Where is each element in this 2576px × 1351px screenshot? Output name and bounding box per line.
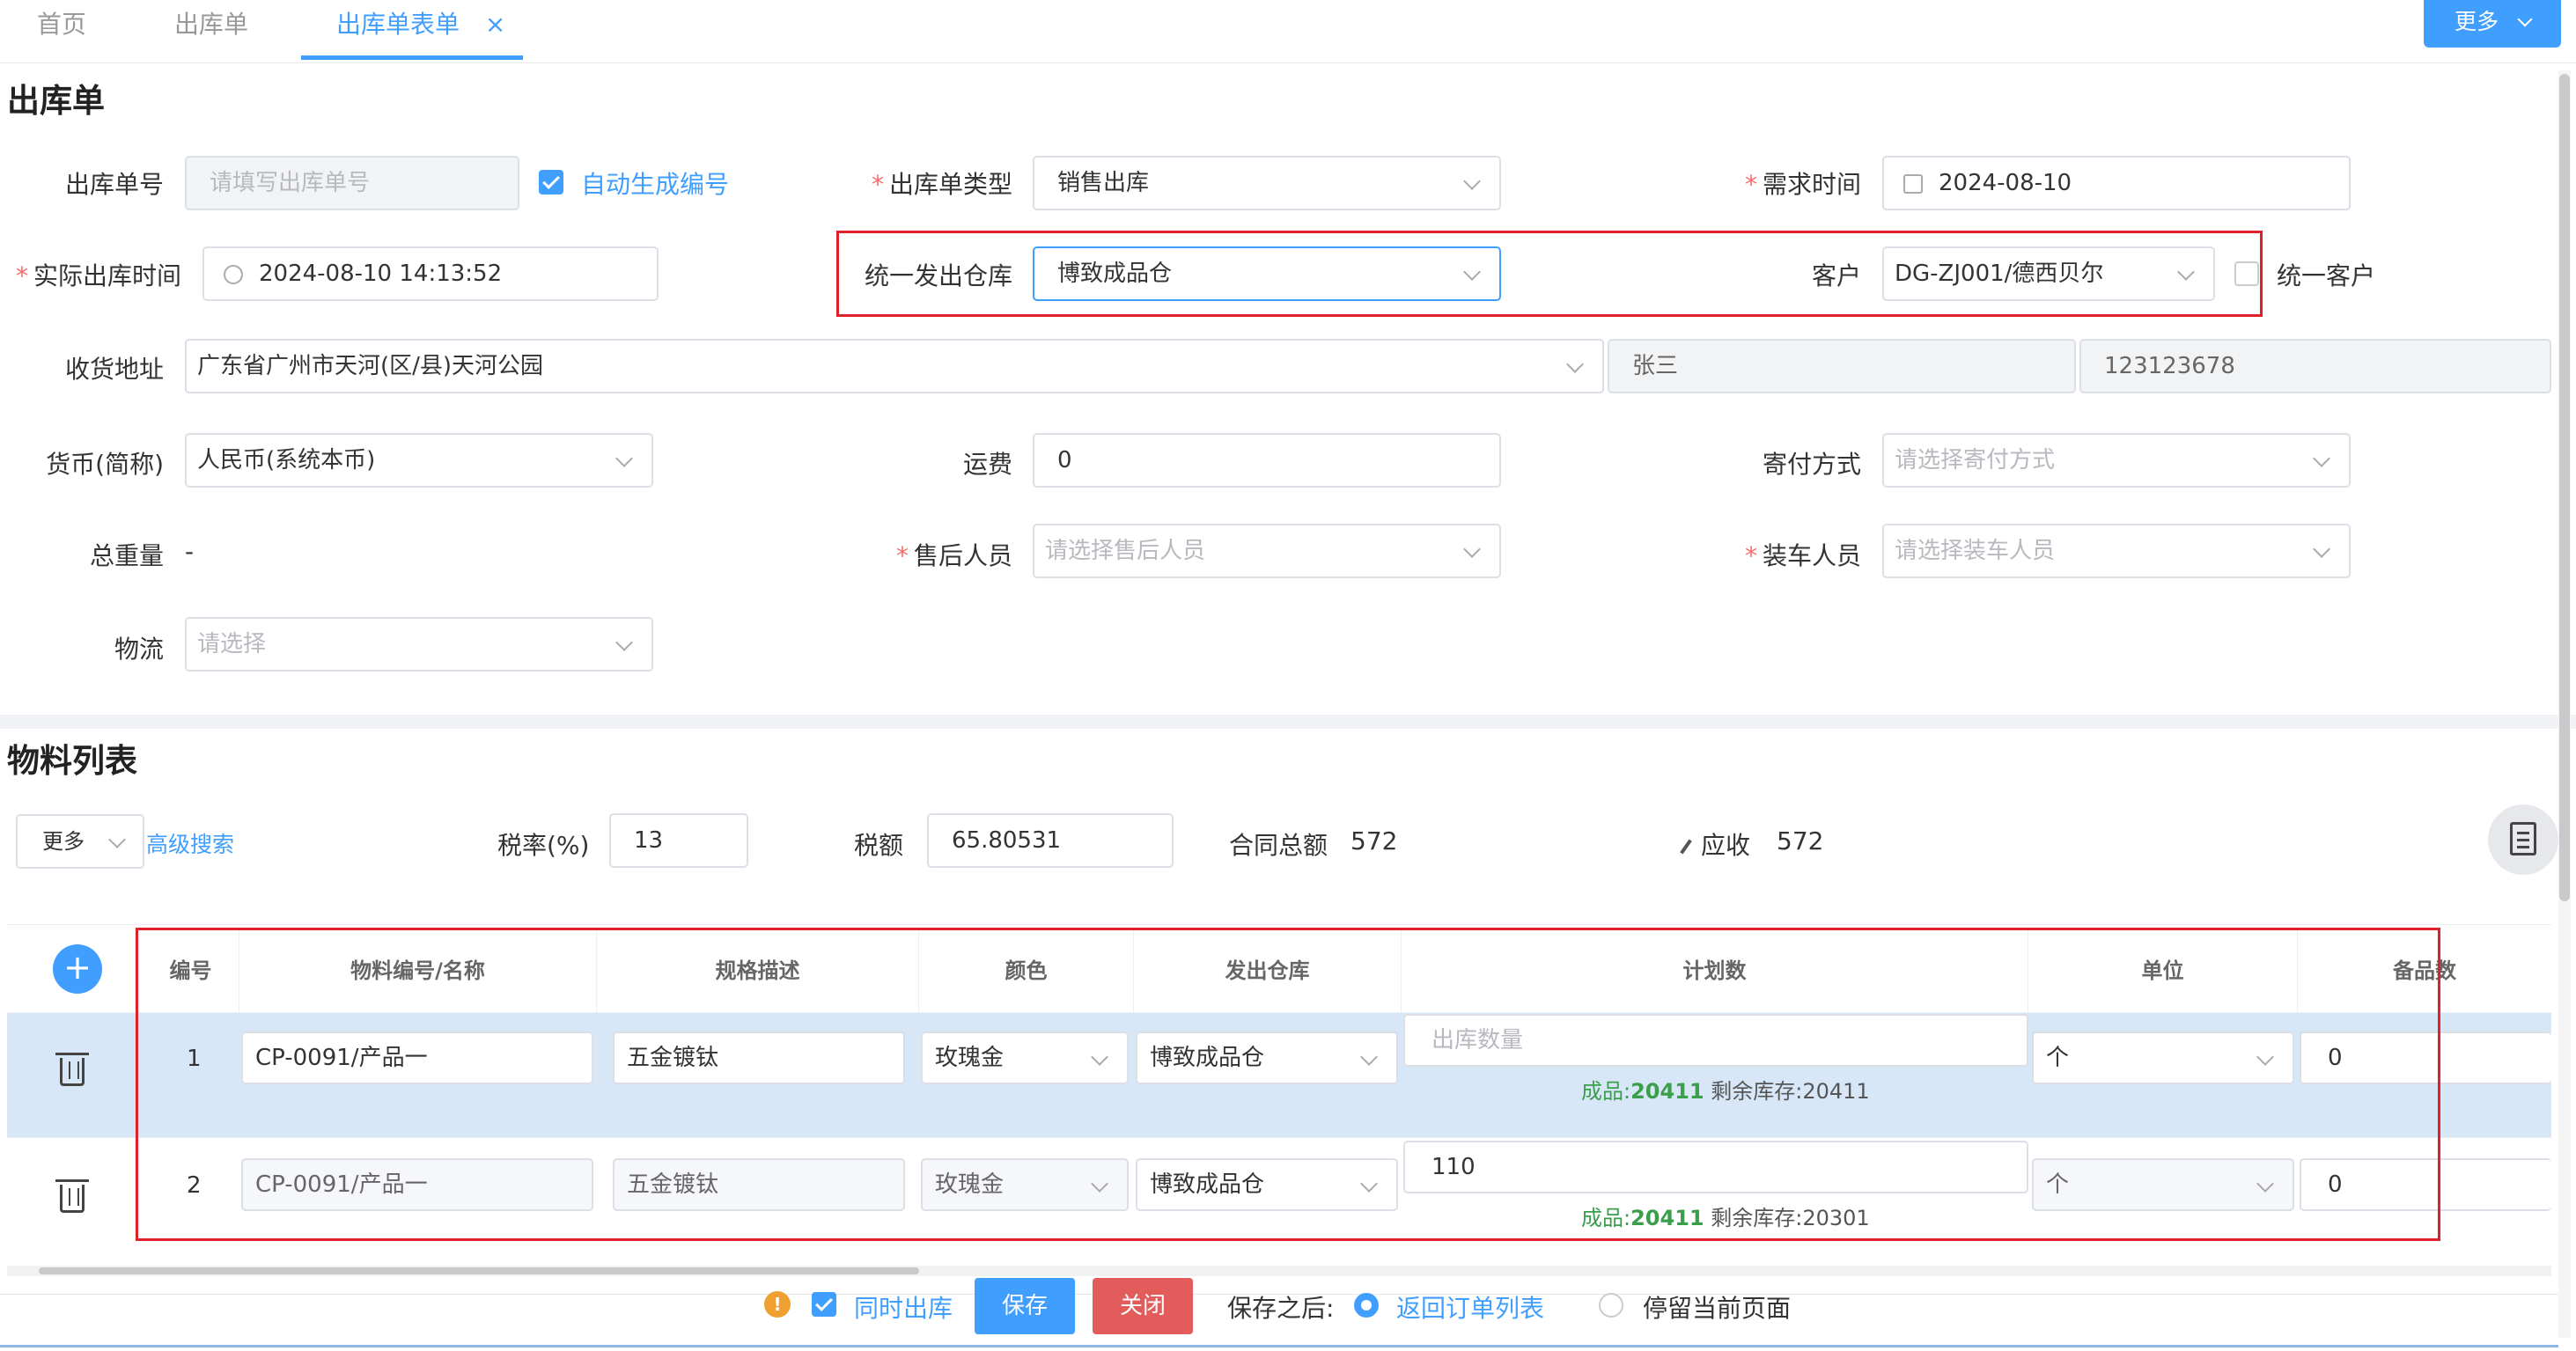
contact-value: 张三 <box>1632 353 1679 379</box>
shipping-label: 寄付方式 <box>1762 450 1861 479</box>
chevron-down-icon <box>2517 11 2533 27</box>
section-divider <box>0 715 2576 729</box>
currency-select[interactable]: 人民币(系统本币) <box>185 433 653 488</box>
tab-outbound-form[interactable]: 出库单表单 × <box>301 0 523 60</box>
phone-input: 123123678 <box>2079 339 2551 393</box>
auto-gen-label: 自动生成编号 <box>581 170 730 199</box>
order-no-placeholder: 请填写出库单号 <box>210 170 371 196</box>
aftersales-select[interactable]: 请选择售后人员 <box>1033 524 1501 578</box>
currency-label: 货币(简称) <box>46 450 164 479</box>
phone-value: 123123678 <box>2104 353 2235 379</box>
demand-time-value: 2024-08-10 <box>1939 170 2072 196</box>
more-top-button[interactable]: 更多 <box>2424 0 2561 48</box>
order-type-select[interactable]: 销售出库 <box>1033 156 1501 210</box>
loader-label: * 装车人员 <box>1744 541 1861 570</box>
materials-more-button[interactable]: 更多 <box>16 814 144 869</box>
freight-value: 0 <box>1057 447 1072 474</box>
order-no-input[interactable]: 请填写出库单号 <box>185 156 519 210</box>
highlight-warehouse-customer <box>836 231 2263 317</box>
close-button[interactable]: 关闭 <box>1093 1278 1193 1334</box>
document-icon <box>2510 822 2536 855</box>
tax-rate-label: 税率(%) <box>497 831 590 860</box>
contact-input: 张三 <box>1608 339 2076 393</box>
chevron-down-icon <box>615 450 633 467</box>
delete-row-icon[interactable] <box>55 1053 89 1086</box>
horizontal-scrollbar-thumb[interactable] <box>39 1267 919 1274</box>
tax-amount-label: 税额 <box>854 831 904 860</box>
info-icon: ! <box>764 1291 791 1318</box>
add-row-button[interactable]: + <box>53 944 102 994</box>
aftersales-label: * 售后人员 <box>895 541 1012 570</box>
contract-total-value: 572 <box>1351 826 1398 855</box>
chevron-down-icon <box>1566 356 1584 373</box>
unify-customer-label: 统一客户 <box>2277 261 2376 290</box>
freight-label: 运费 <box>962 450 1012 479</box>
delete-row-icon[interactable] <box>55 1179 89 1213</box>
total-weight-value: - <box>185 537 195 566</box>
order-no-label: 出库单号 <box>64 170 164 199</box>
address-value: 广东省广州市天河(区/县)天河公园 <box>197 353 544 379</box>
address-label: 收货地址 <box>64 355 164 384</box>
chevron-down-icon <box>615 634 633 651</box>
tax-rate-value: 13 <box>634 827 664 854</box>
demand-time-picker[interactable]: 2024-08-10 <box>1882 156 2351 210</box>
receivable-label: 应收 <box>1678 826 1750 862</box>
chevron-down-icon <box>1463 540 1481 558</box>
edit-icon <box>1680 839 1692 855</box>
bottom-accent-line <box>0 1345 2558 1347</box>
currency-value: 人民币(系统本币) <box>197 447 376 474</box>
logistics-placeholder: 请选择 <box>197 631 267 657</box>
list-view-button[interactable] <box>2488 804 2558 875</box>
actual-time-picker[interactable]: 2024-08-10 14:13:52 <box>202 246 659 301</box>
aftersales-placeholder: 请选择售后人员 <box>1045 538 1206 564</box>
loader-select[interactable]: 请选择装车人员 <box>1882 524 2351 578</box>
save-button[interactable]: 保存 <box>975 1278 1075 1334</box>
tab-outbound-list[interactable]: 出库单 <box>174 0 248 60</box>
clock-icon <box>224 265 243 284</box>
order-type-value: 销售出库 <box>1057 170 1150 196</box>
sync-out-checkbox[interactable] <box>812 1292 836 1317</box>
contract-total-label: 合同总额 <box>1229 831 1328 860</box>
freight-input[interactable]: 0 <box>1033 433 1501 488</box>
after-save-label: 保存之后: <box>1227 1294 1335 1323</box>
return-list-radio[interactable] <box>1354 1293 1379 1318</box>
chevron-down-icon <box>2313 450 2330 467</box>
logistics-select[interactable]: 请选择 <box>185 617 653 672</box>
tax-amount-input[interactable]: 65.80531 <box>927 813 1174 868</box>
materials-section-title: 物料列表 <box>7 742 137 780</box>
demand-time-label: * 需求时间 <box>1744 170 1861 199</box>
highlight-table-rows <box>136 928 2440 1241</box>
actual-time-label: * 实际出库时间 <box>15 261 181 290</box>
advanced-search-link[interactable]: 高级搜索 <box>146 827 234 859</box>
return-list-label: 返回订单列表 <box>1396 1294 1545 1323</box>
stay-label: 停留当前页面 <box>1643 1294 1792 1323</box>
tab-close-icon[interactable]: × <box>485 10 505 39</box>
tab-home[interactable]: 首页 <box>37 0 86 60</box>
tab-outbound-form-label: 出库单表单 <box>336 10 460 39</box>
logistics-label: 物流 <box>114 635 164 664</box>
auto-gen-checkbox[interactable] <box>539 170 563 195</box>
form-section-title: 出库单 <box>7 82 105 120</box>
more-top-label: 更多 <box>2455 9 2499 34</box>
tax-amount-value: 65.80531 <box>952 827 1062 854</box>
shipping-select[interactable]: 请选择寄付方式 <box>1882 433 2351 488</box>
calendar-icon <box>1903 174 1923 194</box>
vertical-scrollbar-thumb[interactable] <box>2559 74 2570 901</box>
address-select[interactable]: 广东省广州市天河(区/县)天河公园 <box>185 339 1604 393</box>
materials-more-label: 更多 <box>42 829 85 854</box>
tab-bar: 首页 出库单 出库单表单 × 更多 <box>0 0 2576 63</box>
receivable-value: 572 <box>1777 826 1824 855</box>
stay-radio[interactable] <box>1599 1293 1623 1318</box>
order-type-label: * 出库单类型 <box>871 170 1012 199</box>
actual-time-value: 2024-08-10 14:13:52 <box>259 261 503 287</box>
total-weight-label: 总重量 <box>89 541 164 570</box>
loader-placeholder: 请选择装车人员 <box>1895 538 2056 564</box>
sync-out-label: 同时出库 <box>854 1294 953 1323</box>
chevron-down-icon <box>1463 173 1481 190</box>
shipping-placeholder: 请选择寄付方式 <box>1895 447 2056 474</box>
tax-rate-input[interactable]: 13 <box>609 813 748 868</box>
chevron-down-icon <box>2313 540 2330 558</box>
chevron-down-icon <box>108 831 126 848</box>
